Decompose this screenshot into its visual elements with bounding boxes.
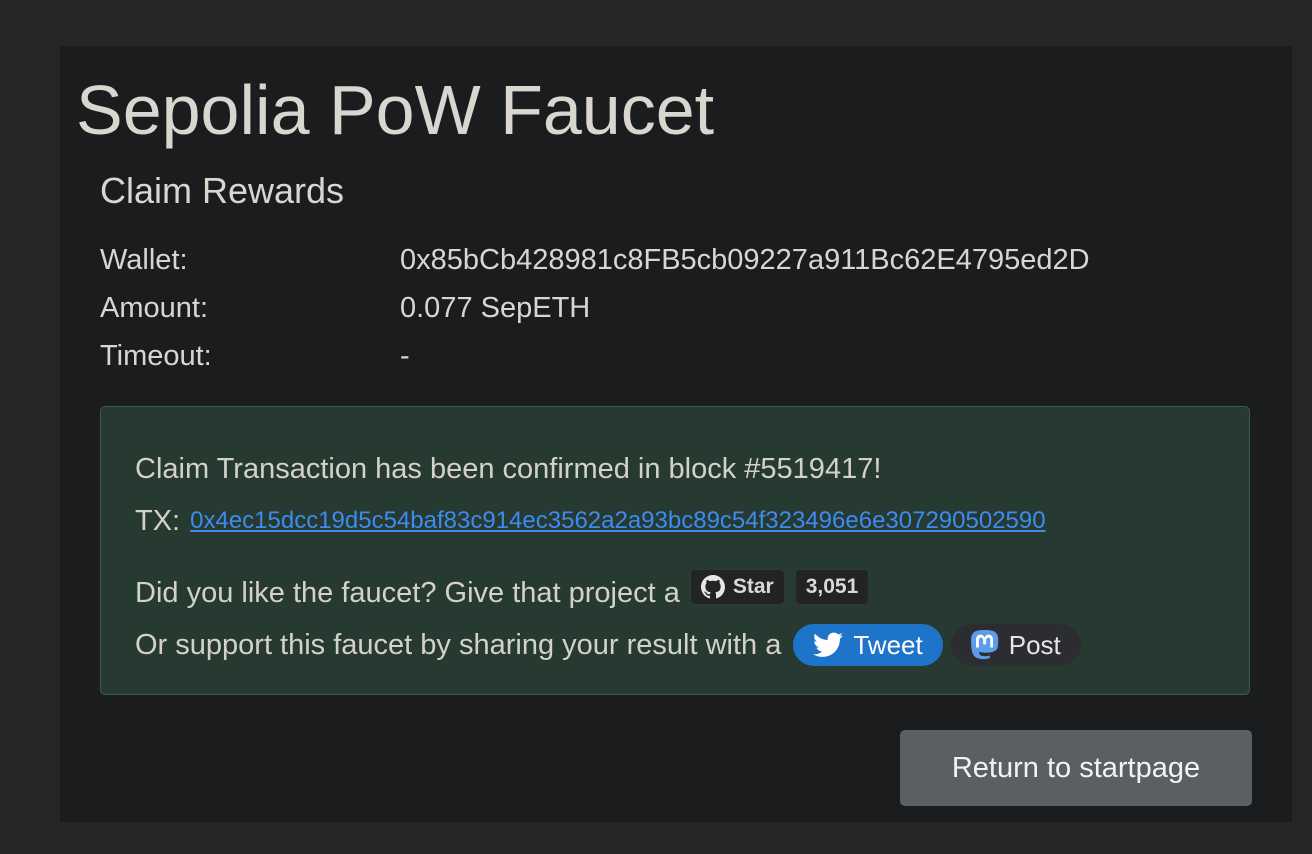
like-line: Did you like the faucet? Give that proje… — [135, 567, 1249, 619]
claim-section: Claim Rewards Wallet: 0x85bCb428981c8FB5… — [100, 166, 1252, 695]
wallet-row: Wallet: 0x85bCb428981c8FB5cb09227a911Bc6… — [100, 236, 1252, 284]
timeout-value: - — [400, 339, 410, 372]
like-text: Did you like the faucet? Give that proje… — [135, 576, 680, 609]
tx-line: TX: 0x4ec15dcc19d5c54baf83c914ec3562a2a9… — [135, 495, 1249, 547]
tx-hash-link[interactable]: 0x4ec15dcc19d5c54baf83c914ec3562a2a93bc8… — [190, 507, 1045, 535]
wallet-value: 0x85bCb428981c8FB5cb09227a911Bc62E4795ed… — [400, 243, 1090, 276]
amount-row: Amount: 0.077 SepETH — [100, 284, 1252, 332]
return-to-startpage-button[interactable]: Return to startpage — [900, 730, 1252, 806]
post-label: Post — [1008, 629, 1061, 660]
github-star-button[interactable]: Star — [689, 569, 785, 605]
claim-heading: Claim Rewards — [100, 170, 345, 211]
timeout-row: Timeout: - — [100, 332, 1252, 380]
amount-label: Amount: — [100, 291, 208, 324]
tweet-label: Tweet — [853, 629, 923, 660]
github-star-count[interactable]: 3,051 — [794, 569, 870, 605]
tweet-button[interactable]: Tweet — [793, 624, 943, 666]
mastodon-icon — [970, 630, 998, 660]
twitter-bird-icon — [813, 632, 844, 657]
support-text: Or support this faucet by sharing your r… — [135, 628, 782, 661]
claim-info: Wallet: 0x85bCb428981c8FB5cb09227a911Bc6… — [100, 236, 1252, 380]
github-icon — [700, 575, 725, 599]
page-title: Sepolia PoW Faucet — [76, 71, 715, 149]
mastodon-post-button[interactable]: Post — [950, 624, 1081, 666]
confirmed-message: Claim Transaction has been confirmed in … — [135, 452, 882, 485]
amount-value: 0.077 SepETH — [400, 291, 591, 324]
faucet-panel: Sepolia PoW Faucet Claim Rewards Wallet:… — [60, 46, 1292, 822]
github-star-label: Star — [732, 575, 774, 598]
tx-label: TX: — [135, 504, 181, 537]
timeout-label: Timeout: — [100, 339, 212, 372]
support-line: Or support this faucet by sharing your r… — [135, 619, 1249, 671]
wallet-label: Wallet: — [100, 243, 188, 276]
success-alert: Claim Transaction has been confirmed in … — [100, 406, 1250, 695]
